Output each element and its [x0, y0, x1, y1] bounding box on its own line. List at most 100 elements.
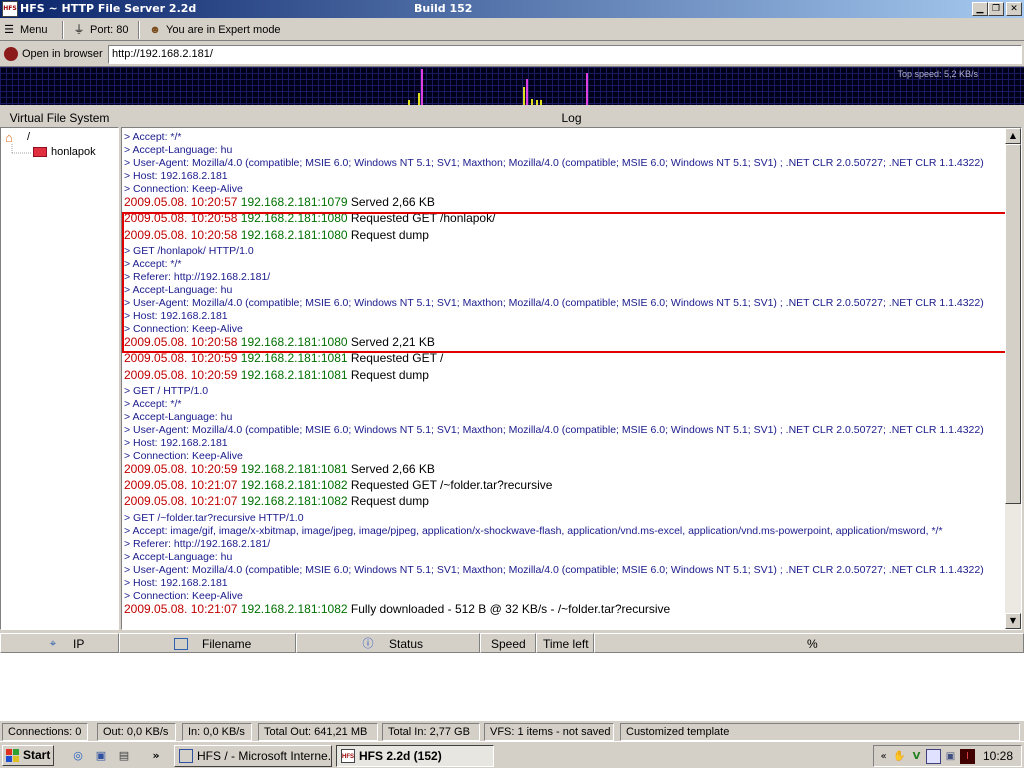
log-timestamp: 2009.05.08. 10:20:57 — [124, 195, 238, 209]
ie-quicklaunch-icon[interactable]: ◎ — [70, 748, 86, 764]
log-dump-line: > User-Agent: Mozilla/4.0 (compatible; M… — [124, 563, 984, 576]
column-speed[interactable]: Speed — [480, 633, 536, 653]
log-scrollbar[interactable]: ▲ ▼ — [1005, 128, 1021, 629]
restore-icon[interactable]: ❐ — [988, 2, 1004, 16]
quicklaunch-chevron[interactable]: » — [148, 748, 164, 764]
log-dump-line: > Connection: Keep-Alive — [124, 183, 243, 195]
column-ip[interactable]: ⌖ IP — [0, 633, 119, 653]
task-hfs-label: HFS 2.2d (152) — [359, 749, 442, 763]
vfs-tree[interactable]: ⌂ / honlapok — [0, 127, 119, 630]
log-address: 192.168.2.181:1082 — [237, 601, 348, 616]
mode-button[interactable]: ☻ You are in Expert mode — [146, 21, 280, 39]
graph-spike — [408, 100, 410, 105]
top-speed-label: Top speed: 5,2 KB/s — [897, 69, 978, 79]
status-template[interactable]: Customized template — [620, 723, 1020, 741]
graph-spike — [421, 69, 423, 105]
info-icon: ⓘ — [362, 638, 374, 650]
log-timestamp: 2009.05.08. 10:21:07 — [124, 494, 238, 509]
status-bar: Connections: 0 Out: 0,0 KB/s In: 0,0 KB/… — [0, 722, 1024, 741]
menu-button[interactable]: ☰ Menu — [0, 21, 48, 39]
tray-expand-icon[interactable]: « — [876, 749, 891, 764]
log-dump-line: > Connection: Keep-Alive — [124, 449, 243, 462]
connections-header: ⌖ IP Filename ⓘ Status Speed Time left % — [0, 633, 1024, 653]
vfs-folder-honlapok[interactable]: honlapok — [51, 146, 96, 158]
log-dump-line: > Accept: image/gif, image/x-xbitmap, im… — [124, 524, 943, 537]
graph-spike — [531, 99, 533, 105]
graph-spike — [586, 73, 588, 105]
log-event-line: 2009.05.08. 10:20:59 192.168.2.181:1081 … — [124, 368, 429, 382]
log-dump-line: > Host: 192.168.2.181 — [124, 170, 228, 182]
computer-quicklaunch-icon[interactable]: ▤ — [116, 748, 132, 764]
status-vfs[interactable]: VFS: 1 items - not saved — [484, 723, 614, 741]
column-filename-label: Filename — [202, 637, 252, 651]
port-button[interactable]: ⏚ Port: 80 — [70, 21, 129, 39]
toolbar: ☰ Menu ⏚ Port: 80 ☻ You are in Expert mo… — [0, 19, 1024, 41]
hfs-task-icon: HFS — [341, 749, 355, 763]
folder-icon — [33, 147, 47, 157]
graph-spike — [523, 87, 525, 105]
save-quicklaunch-icon[interactable]: ▣ — [93, 748, 109, 764]
log-timestamp: 2009.05.08. 10:21:07 — [124, 478, 238, 493]
log-message: Request dump — [347, 494, 429, 509]
task-browser[interactable]: HFS / - Microsoft Interne... — [174, 745, 332, 767]
url-field[interactable]: http://192.168.2.181/ — [108, 45, 1022, 64]
log-timestamp: 2009.05.08. 10:20:59 — [124, 461, 238, 476]
start-label: Start — [23, 748, 51, 762]
taskbar: Start ◎ ▣ ▤ » HFS / - Microsoft Interne.… — [0, 741, 1024, 768]
graph-spike — [540, 100, 542, 105]
close-icon[interactable]: ✕ — [1006, 2, 1022, 16]
log-dump-line: > Host: 192.168.2.181 — [124, 576, 228, 589]
toolbar-separator — [62, 21, 64, 39]
hfs-app-icon[interactable]: HFS — [2, 1, 18, 17]
task-hfs[interactable]: HFS HFS 2.2d (152) — [336, 745, 494, 767]
vfs-root[interactable]: / — [27, 131, 30, 143]
graph-spike — [418, 93, 420, 105]
log-message: Requested GET / — [347, 351, 444, 366]
connections-list[interactable] — [0, 653, 1024, 721]
tray-hand-icon[interactable]: ✋ — [892, 749, 907, 764]
column-percent[interactable]: % — [594, 633, 1024, 653]
column-ip-label: IP — [73, 637, 85, 651]
system-tray: « ✋ V ▣ I 10:28 — [873, 745, 1022, 767]
title-bar: HFS HFS ~ HTTP File Server 2.2d Build 15… — [0, 0, 1024, 18]
log-dump-line: > Accept: */* — [124, 131, 182, 143]
scroll-down-icon[interactable]: ▼ — [1005, 613, 1021, 629]
status-out: Out: 0,0 KB/s — [97, 723, 176, 741]
tray-monitor-icon[interactable]: ▣ — [943, 749, 958, 764]
log-address: 192.168.2.181:1082 — [237, 478, 348, 493]
scroll-thumb[interactable] — [1005, 144, 1021, 504]
log-dump-line: > Accept-Language: hu — [124, 410, 233, 423]
tray-hfs-icon[interactable] — [926, 749, 941, 764]
start-button[interactable]: Start — [2, 745, 54, 766]
open-in-browser-button[interactable]: Open in browser — [2, 45, 103, 63]
minimize-icon[interactable]: ▁ — [972, 2, 988, 16]
graph-spike — [536, 100, 538, 105]
log-message: Request dump — [347, 367, 429, 382]
column-filename[interactable]: Filename — [119, 633, 296, 653]
scroll-up-icon[interactable]: ▲ — [1005, 128, 1021, 144]
log-panel[interactable]: > Accept: */* > Accept-Language: hu > User… — [121, 127, 1022, 630]
log-event-line: 2009.05.08. 10:20:57 192.168.2.181:1079 … — [124, 195, 435, 209]
column-time-left[interactable]: Time left — [536, 633, 594, 653]
graph-spike — [526, 79, 528, 105]
open-in-browser-label: Open in browser — [22, 48, 103, 60]
log-message: Fully downloaded - 512 B @ 32 KB/s - /~f… — [347, 601, 671, 616]
status-in: In: 0,0 KB/s — [182, 723, 252, 741]
graph-bars — [408, 69, 588, 105]
tray-v-icon[interactable]: V — [909, 749, 924, 764]
log-message: Served 2,66 KB — [347, 461, 435, 476]
build-label: Build 152 — [414, 2, 473, 15]
vfs-header: Virtual File System — [9, 111, 110, 125]
toolbar-separator — [138, 21, 140, 39]
plug-icon: ⏚ — [73, 24, 85, 36]
log-address: 192.168.2.181:1082 — [237, 494, 348, 509]
menu-label: Menu — [20, 24, 48, 36]
log-dump-line: > Referer: http://192.168.2.181/ — [124, 537, 271, 550]
log-timestamp: 2009.05.08. 10:21:07 — [124, 601, 238, 616]
tray-app-icon[interactable]: I — [960, 749, 975, 764]
log-dump-line: > Accept: */* — [124, 397, 182, 410]
clock: 10:28 — [982, 749, 1013, 763]
log-header: Log — [561, 111, 582, 125]
column-status[interactable]: ⓘ Status — [296, 633, 480, 653]
log-event-line: 2009.05.08. 10:20:59 192.168.2.181:1081 … — [124, 462, 435, 476]
